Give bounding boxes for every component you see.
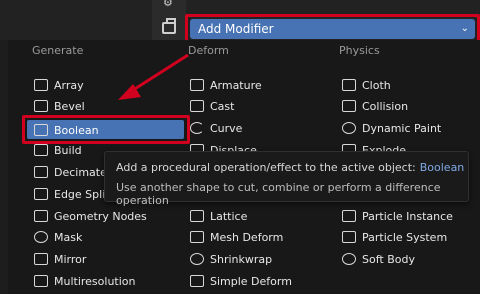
menu-item-label: Dynamic Paint	[362, 121, 442, 135]
menu-item-mirror[interactable]: Mirror	[34, 249, 86, 269]
array-icon	[34, 79, 48, 91]
menu-item-collision[interactable]: Collision	[342, 96, 408, 116]
menu-item-label: Build	[54, 143, 82, 157]
tooltip-line-1-text: Add a procedural operation/effect to the…	[116, 161, 416, 174]
soft-body-icon	[342, 253, 356, 265]
menu-item-label: Edge Split	[54, 187, 110, 201]
mesh-deform-icon	[190, 231, 204, 243]
menu-item-label: Simple Deform	[210, 274, 292, 288]
menu-item-label: Mesh Deform	[210, 230, 284, 244]
build-icon	[34, 144, 48, 156]
cast-icon	[190, 100, 204, 112]
menu-item-label: Cloth	[362, 78, 391, 92]
particle-instance-icon	[342, 210, 356, 222]
bevel-icon	[34, 100, 48, 112]
geometry-nodes-icon	[34, 210, 48, 222]
menu-item-shrinkwrap[interactable]: Shrinkwrap	[190, 249, 272, 269]
menu-item-lattice[interactable]: Lattice	[190, 206, 247, 226]
menu-item-label: Multiresolution	[54, 274, 136, 288]
menu-item-label: Decimate	[54, 165, 107, 179]
tooltip-line-1: Add a procedural operation/effect to the…	[116, 161, 464, 174]
curve-icon	[190, 122, 204, 134]
menu-item-label: Collision	[362, 99, 409, 113]
deform-heading: Deform	[188, 44, 229, 57]
menu-item-mesh-deform[interactable]: Mesh Deform	[190, 227, 283, 247]
menu-item-particle-system[interactable]: Particle System	[342, 227, 447, 247]
render-properties-icon[interactable]	[162, 18, 176, 34]
multiresolution-icon	[34, 275, 48, 287]
menu-item-label: Bevel	[54, 99, 85, 113]
menu-item-multiresolution[interactable]: Multiresolution	[34, 271, 136, 291]
dynamic-paint-icon	[342, 122, 356, 134]
shrinkwrap-icon	[190, 253, 204, 265]
menu-item-label: Particle Instance	[362, 209, 453, 223]
menu-item-label: Soft Body	[362, 252, 415, 266]
collision-icon	[342, 100, 356, 112]
decimate-icon	[34, 166, 48, 178]
particle-system-icon	[342, 231, 356, 243]
simple-deform-icon	[190, 275, 204, 287]
menu-item-armature[interactable]: Armature	[190, 75, 262, 95]
menu-item-decimate[interactable]: Decimate	[34, 162, 107, 182]
menu-item-soft-body[interactable]: Soft Body	[342, 249, 415, 269]
menu-item-simple-deform[interactable]: Simple Deform	[190, 271, 292, 291]
menu-item-label: Cast	[210, 99, 235, 113]
menu-item-bevel[interactable]: Bevel	[34, 96, 85, 116]
menu-item-build[interactable]: Build	[34, 140, 82, 160]
tooltip-line-1-highlight: Boolean	[419, 161, 465, 174]
menu-item-dynamic-paint[interactable]: Dynamic Paint	[342, 118, 441, 138]
menu-item-label: Curve	[210, 121, 243, 135]
edge-split-icon	[34, 188, 48, 200]
menu-item-label: Mask	[54, 230, 83, 244]
menu-item-cloth[interactable]: Cloth	[342, 75, 391, 95]
menu-item-label: Armature	[210, 78, 262, 92]
mask-icon	[34, 231, 48, 243]
boolean-tooltip: Add a procedural operation/effect to the…	[104, 151, 469, 207]
menu-item-curve[interactable]: Curve	[190, 118, 242, 138]
menu-item-particle-instance[interactable]: Particle Instance	[342, 206, 453, 226]
menu-item-cast[interactable]: Cast	[190, 96, 234, 116]
tooltip-line-2: Use another shape to cut, combine or per…	[116, 181, 441, 207]
menu-item-label: Particle System	[362, 230, 448, 244]
physics-heading: Physics	[339, 44, 380, 57]
menu-item-array[interactable]: Array	[34, 75, 84, 95]
lattice-icon	[190, 210, 204, 222]
annotation-highlight-add-modifier	[185, 14, 480, 43]
cloth-icon	[342, 79, 356, 91]
menu-item-label: Array	[54, 78, 84, 92]
menu-item-label: Geometry Nodes	[54, 209, 147, 223]
menu-item-label: Lattice	[210, 209, 248, 223]
menu-item-mask[interactable]: Mask	[34, 227, 82, 247]
menu-item-label: Mirror	[54, 252, 87, 266]
generate-heading: Generate	[32, 44, 84, 57]
mirror-icon	[34, 253, 48, 265]
menu-item-label: Shrinkwrap	[210, 252, 273, 266]
tool-icon[interactable]: ⚙	[163, 0, 173, 9]
menu-item-geometry-nodes[interactable]: Geometry Nodes	[34, 206, 147, 226]
armature-icon	[190, 79, 204, 91]
menu-item-edge-split[interactable]: Edge Split	[34, 184, 110, 204]
